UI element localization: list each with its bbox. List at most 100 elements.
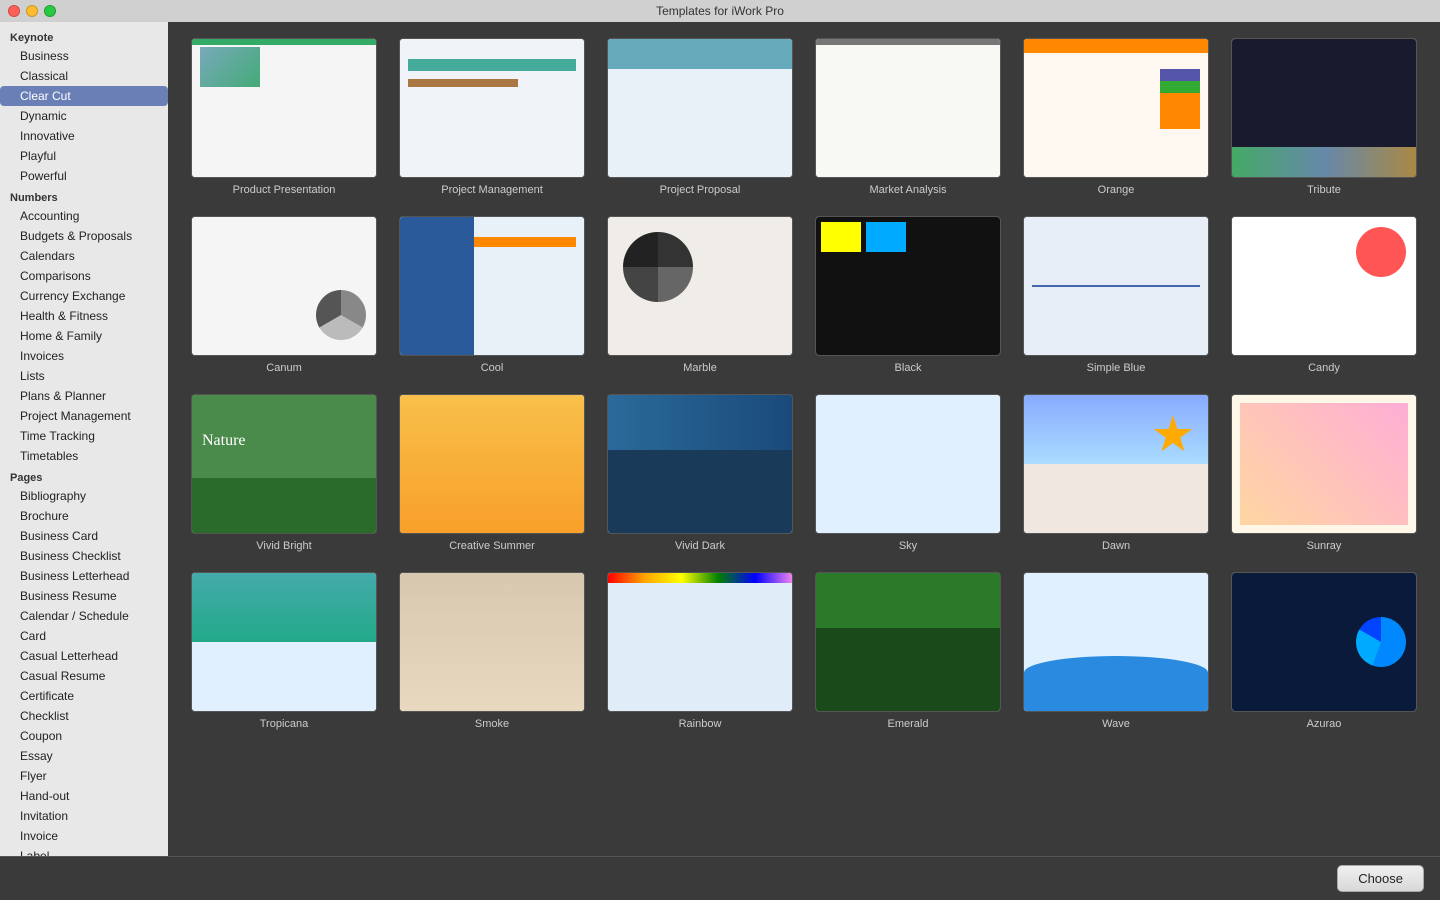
sidebar-item-clear-cut[interactable]: Clear Cut [0, 86, 168, 106]
template-item[interactable]: Product Presentation [188, 38, 380, 196]
sidebar-item-certificate[interactable]: Certificate [0, 686, 168, 706]
sidebar-item-currency-exchange[interactable]: Currency Exchange [0, 286, 168, 306]
sidebar-item-health-fitness[interactable]: Health & Fitness [0, 306, 168, 326]
template-thumbnail-image [192, 573, 376, 711]
sidebar-item-coupon[interactable]: Coupon [0, 726, 168, 746]
sidebar-item-checklist[interactable]: Checklist [0, 706, 168, 726]
template-thumbnail [1023, 216, 1209, 356]
template-item[interactable]: Vivid Dark [604, 394, 796, 552]
template-thumbnail [607, 572, 793, 712]
template-item[interactable]: Azurao [1228, 572, 1420, 730]
sidebar-item-playful[interactable]: Playful [0, 146, 168, 166]
minimize-button[interactable] [26, 5, 38, 17]
template-label: Rainbow [679, 718, 722, 730]
template-thumbnail [607, 216, 793, 356]
template-item[interactable]: Candy [1228, 216, 1420, 374]
sidebar-item-timetables[interactable]: Timetables [0, 446, 168, 466]
window-controls [8, 5, 56, 17]
template-label: Cool [481, 362, 504, 374]
template-label: Marble [683, 362, 717, 374]
sidebar-item-essay[interactable]: Essay [0, 746, 168, 766]
sidebar-item-card[interactable]: Card [0, 626, 168, 646]
sidebar-item-invitation[interactable]: Invitation [0, 806, 168, 826]
sidebar-item-invoices[interactable]: Invoices [0, 346, 168, 366]
template-item[interactable]: Creative Summer [396, 394, 588, 552]
titlebar: Templates for iWork Pro [0, 0, 1440, 22]
sidebar-item-plans-planner[interactable]: Plans & Planner [0, 386, 168, 406]
template-item[interactable]: Wave [1020, 572, 1212, 730]
template-thumbnail [1231, 216, 1417, 356]
template-label: Product Presentation [233, 184, 336, 196]
template-thumbnail [815, 394, 1001, 534]
sidebar-item-time-tracking[interactable]: Time Tracking [0, 426, 168, 446]
template-thumbnail [399, 216, 585, 356]
template-item[interactable]: Simple Blue [1020, 216, 1212, 374]
sidebar-item-business[interactable]: Business [0, 46, 168, 66]
sidebar-item-flyer[interactable]: Flyer [0, 766, 168, 786]
template-item[interactable]: Smoke [396, 572, 588, 730]
sidebar-item-casual-resume[interactable]: Casual Resume [0, 666, 168, 686]
template-thumbnail-image [192, 39, 376, 177]
maximize-button[interactable] [44, 5, 56, 17]
sidebar-item-business-checklist[interactable]: Business Checklist [0, 546, 168, 566]
sidebar-item-home-family[interactable]: Home & Family [0, 326, 168, 346]
sidebar-item-accounting[interactable]: Accounting [0, 206, 168, 226]
template-item[interactable]: Cool [396, 216, 588, 374]
bottombar: Choose [0, 856, 1440, 900]
template-thumbnail-image [1232, 573, 1416, 711]
template-item[interactable]: Black [812, 216, 1004, 374]
sidebar-item-classical[interactable]: Classical [0, 66, 168, 86]
template-thumbnail-image [192, 395, 376, 533]
sidebar-item-lists[interactable]: Lists [0, 366, 168, 386]
template-item[interactable]: Market Analysis [812, 38, 1004, 196]
template-item[interactable]: Tribute [1228, 38, 1420, 196]
template-item[interactable]: Canum [188, 216, 380, 374]
sidebar-item-invoice[interactable]: Invoice [0, 826, 168, 846]
sidebar-item-project-management[interactable]: Project Management [0, 406, 168, 426]
template-thumbnail [1231, 38, 1417, 178]
template-thumbnail [815, 216, 1001, 356]
template-thumbnail-image [1024, 217, 1208, 355]
template-item[interactable]: Tropicana [188, 572, 380, 730]
template-label: Sky [899, 540, 917, 552]
sidebar-item-hand-out[interactable]: Hand-out [0, 786, 168, 806]
template-item[interactable]: Dawn [1020, 394, 1212, 552]
sidebar-item-business-letterhead[interactable]: Business Letterhead [0, 566, 168, 586]
sidebar-item-brochure[interactable]: Brochure [0, 506, 168, 526]
template-label: Canum [266, 362, 301, 374]
template-item[interactable]: Marble [604, 216, 796, 374]
template-item[interactable]: Orange [1020, 38, 1212, 196]
close-button[interactable] [8, 5, 20, 17]
sidebar-section-keynote: Keynote [0, 26, 168, 46]
sidebar-item-business-resume[interactable]: Business Resume [0, 586, 168, 606]
template-item[interactable]: Project Management [396, 38, 588, 196]
sidebar-item-business-card[interactable]: Business Card [0, 526, 168, 546]
template-label: Creative Summer [449, 540, 535, 552]
sidebar-item-label[interactable]: Label [0, 846, 168, 856]
template-thumbnail [1231, 572, 1417, 712]
template-thumbnail-image [608, 217, 792, 355]
sidebar-item-budgets-proposals[interactable]: Budgets & Proposals [0, 226, 168, 246]
template-item[interactable]: Rainbow [604, 572, 796, 730]
template-label: Tropicana [260, 718, 309, 730]
sidebar-item-casual-letterhead[interactable]: Casual Letterhead [0, 646, 168, 666]
sidebar-item-innovative[interactable]: Innovative [0, 126, 168, 146]
sidebar-item-powerful[interactable]: Powerful [0, 166, 168, 186]
template-item[interactable]: Sunray [1228, 394, 1420, 552]
template-thumbnail-image [400, 395, 584, 533]
template-item[interactable]: Vivid Bright [188, 394, 380, 552]
template-thumbnail-image [1232, 39, 1416, 177]
sidebar-item-calendars[interactable]: Calendars [0, 246, 168, 266]
sidebar-item-calendar-schedule[interactable]: Calendar / Schedule [0, 606, 168, 626]
sidebar-item-bibliography[interactable]: Bibliography [0, 486, 168, 506]
sidebar-item-comparisons[interactable]: Comparisons [0, 266, 168, 286]
template-label: Azurao [1307, 718, 1342, 730]
template-item[interactable]: Sky [812, 394, 1004, 552]
template-label: Black [895, 362, 922, 374]
template-item[interactable]: Project Proposal [604, 38, 796, 196]
template-item[interactable]: Emerald [812, 572, 1004, 730]
template-thumbnail [399, 394, 585, 534]
template-thumbnail [1023, 572, 1209, 712]
choose-button[interactable]: Choose [1337, 865, 1424, 892]
sidebar-item-dynamic[interactable]: Dynamic [0, 106, 168, 126]
